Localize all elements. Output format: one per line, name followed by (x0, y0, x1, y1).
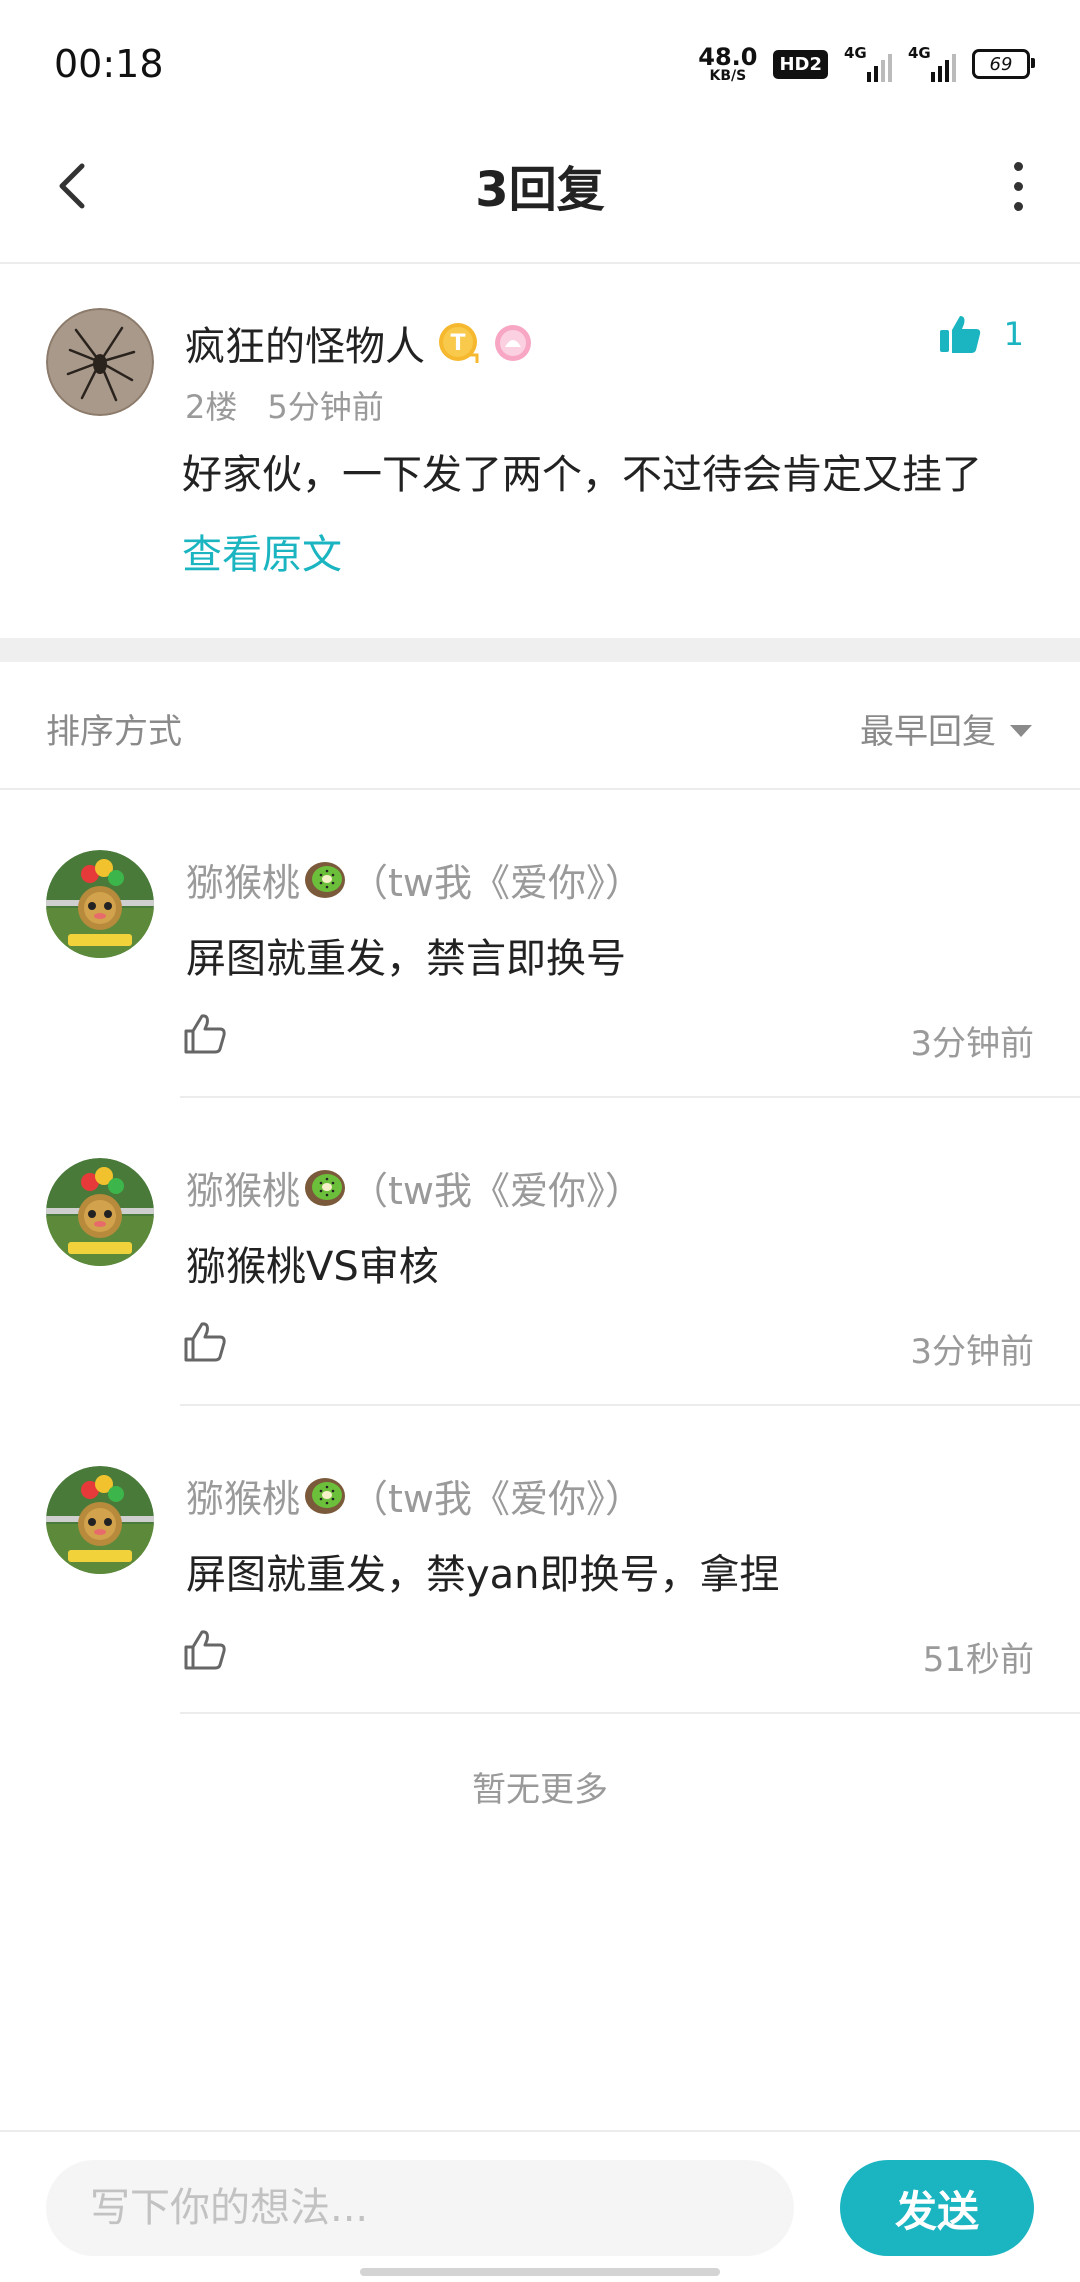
post-like-button[interactable]: 1 (938, 312, 1024, 356)
t-medal-icon: T (439, 323, 479, 363)
divider (180, 1712, 1080, 1714)
sort-dropdown[interactable]: 最早回复 (860, 704, 1032, 753)
reply-time: 3分钟前 (910, 1024, 1034, 1064)
caret-down-icon (1010, 724, 1032, 737)
reply-time: 51秒前 (922, 1640, 1034, 1680)
status-bar: 00:18 48.0 KB/S HD2 4G 4G 69 (0, 0, 1080, 130)
composer-bar: 发送 (0, 2130, 1080, 2282)
kiwi-emoji-icon (305, 861, 346, 898)
reply-name-prefix: 猕猴桃 (186, 1477, 301, 1521)
reply-text: 猕猴桃VS审核 (186, 1244, 439, 1290)
battery-level: 69 (989, 53, 1013, 75)
avatar[interactable] (46, 1466, 154, 1574)
reply-list: 猕猴桃 （tw我《爱你》） 屏图就重发，禁言即换号 3分钟前 猕猴桃 （tw我《… (0, 790, 1080, 1714)
sort-label: 排序方式 (46, 712, 182, 752)
signal-icon-2: 4G (908, 44, 956, 84)
signal-label: 4G (844, 44, 867, 62)
thumbs-up-icon[interactable] (180, 1626, 228, 1674)
list-item: 猕猴桃 （tw我《爱你》） 猕猴桃VS审核 3分钟前 (0, 1098, 1080, 1406)
reply-text: 屏图就重发，禁yan即换号，拿捏 (186, 1552, 780, 1598)
net-speed-value: 48.0 (698, 43, 758, 71)
comment-input[interactable] (46, 2160, 794, 2256)
battery-icon: 69 (972, 49, 1035, 79)
reply-name-prefix: 猕猴桃 (186, 1169, 301, 1213)
post-username: 疯狂的怪物人 (185, 324, 425, 370)
send-button[interactable]: 发送 (840, 2160, 1034, 2256)
post-author[interactable]: 疯狂的怪物人 T (185, 314, 533, 372)
section-divider (0, 638, 1080, 662)
sort-row: 排序方式 最早回复 (0, 662, 1080, 790)
no-more-label: 暂无更多 (472, 1770, 608, 1810)
reply-time: 3分钟前 (910, 1332, 1034, 1372)
net-speed: 48.0 KB/S (698, 45, 757, 83)
list-item: 猕猴桃 （tw我《爱你》） 屏图就重发，禁yan即换号，拿捏 51秒前 (0, 1406, 1080, 1714)
nav-bar: 3回复 (0, 130, 1080, 264)
thumbs-up-icon[interactable] (180, 1318, 228, 1366)
sort-selected: 最早回复 (860, 712, 996, 752)
original-post: 疯狂的怪物人 T 1 2楼 5分钟前 好家伙，一下发了两个，不过待会肯定又挂了 查… (0, 264, 1080, 638)
post-content: 好家伙，一下发了两个，不过待会肯定又挂了 (182, 452, 982, 498)
hd-icon: HD2 (773, 49, 828, 79)
pink-badge-icon (495, 325, 531, 361)
more-vertical-icon[interactable] (996, 156, 1040, 216)
signal-icon: 4G (844, 44, 892, 84)
kiwi-emoji-icon (305, 1477, 346, 1514)
thumbs-up-filled-icon (939, 316, 980, 353)
post-floor: 2楼 (185, 388, 238, 426)
view-original-link[interactable]: 查看原文 (182, 522, 342, 580)
post-like-count: 1 (1003, 315, 1024, 353)
status-icons: 48.0 KB/S HD2 4G 4G 69 (698, 42, 1035, 86)
signal-label-2: 4G (908, 44, 931, 62)
avatar[interactable] (46, 308, 154, 416)
reply-name-suffix: （tw我《爱你》） (350, 1169, 643, 1213)
home-indicator[interactable] (360, 2268, 720, 2276)
net-speed-unit: KB/S (709, 68, 747, 84)
svg-text:T: T (450, 331, 465, 356)
kiwi-emoji-icon (305, 1169, 346, 1206)
post-time: 5分钟前 (267, 388, 384, 426)
reply-name-suffix: （tw我《爱你》） (350, 1477, 643, 1521)
reply-username[interactable]: 猕猴桃 （tw我《爱你》） (186, 852, 643, 907)
page-title: 3回复 (475, 162, 605, 218)
status-time: 00:18 (54, 42, 164, 86)
reply-name-suffix: （tw我《爱你》） (350, 861, 643, 905)
post-meta: 2楼 5分钟前 (185, 382, 384, 428)
reply-username[interactable]: 猕猴桃 （tw我《爱你》） (186, 1160, 643, 1215)
reply-text: 屏图就重发，禁言即换号 (186, 936, 626, 982)
avatar[interactable] (46, 850, 154, 958)
avatar[interactable] (46, 1158, 154, 1266)
thumbs-up-icon[interactable] (180, 1010, 228, 1058)
reply-name-prefix: 猕猴桃 (186, 861, 301, 905)
list-item: 猕猴桃 （tw我《爱你》） 屏图就重发，禁言即换号 3分钟前 (0, 790, 1080, 1098)
reply-username[interactable]: 猕猴桃 （tw我《爱你》） (186, 1468, 643, 1523)
